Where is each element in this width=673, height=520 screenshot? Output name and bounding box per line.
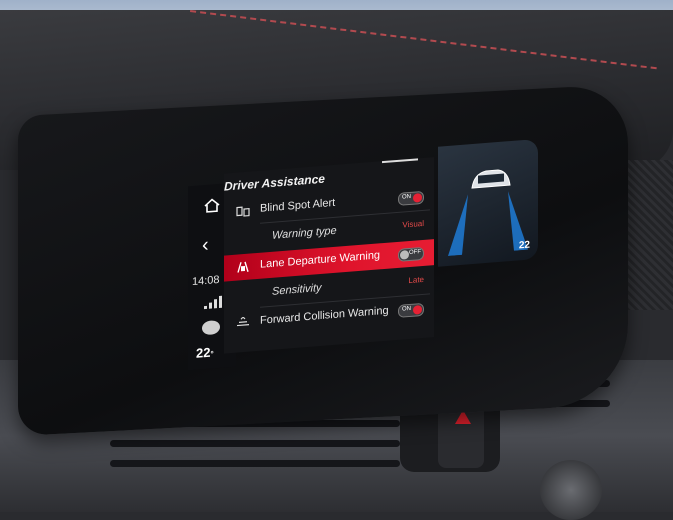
setting-label: Forward Collision Warning xyxy=(260,304,389,327)
chevron-left-icon[interactable]: ‹ xyxy=(202,234,209,257)
clock: 14:08 xyxy=(192,273,220,289)
blind-spot-icon xyxy=(236,206,250,217)
infotainment-screen: ‹ 14:08 22° Driver Assistance Blind Spot… xyxy=(168,138,538,371)
setting-value: Late xyxy=(408,274,424,286)
temperature-readout: 22° xyxy=(196,344,214,361)
setting-label: Lane Departure Warning xyxy=(260,249,381,271)
lane-departure-icon xyxy=(237,261,249,273)
lane-beam-graphic xyxy=(448,191,528,256)
setting-label: Warning type xyxy=(272,224,337,242)
driver-profile-icon[interactable] xyxy=(202,319,220,336)
setting-label: Blind Spot Alert xyxy=(260,196,336,215)
control-knob[interactable] xyxy=(540,460,602,520)
air-vent-slat xyxy=(110,440,400,447)
blind-spot-alert-toggle[interactable]: ON xyxy=(398,190,424,206)
visualization-temperature: 22 xyxy=(518,239,530,252)
setting-value: Visual xyxy=(402,218,424,230)
panel-title: Driver Assistance xyxy=(224,171,325,194)
setting-label: Sensitivity xyxy=(272,281,322,298)
home-icon[interactable] xyxy=(204,198,220,213)
forward-collision-icon xyxy=(237,316,249,327)
driver-assistance-panel: Driver Assistance Blind Spot Alert ON Wa… xyxy=(224,157,434,354)
scroll-indicator xyxy=(382,158,418,164)
signal-icon xyxy=(204,295,222,310)
lane-departure-warning-toggle[interactable]: OFF xyxy=(398,246,424,262)
forward-collision-warning-toggle[interactable]: ON xyxy=(398,302,424,318)
air-vent-slat xyxy=(110,460,400,467)
vehicle-visualization: 22 xyxy=(438,138,538,267)
